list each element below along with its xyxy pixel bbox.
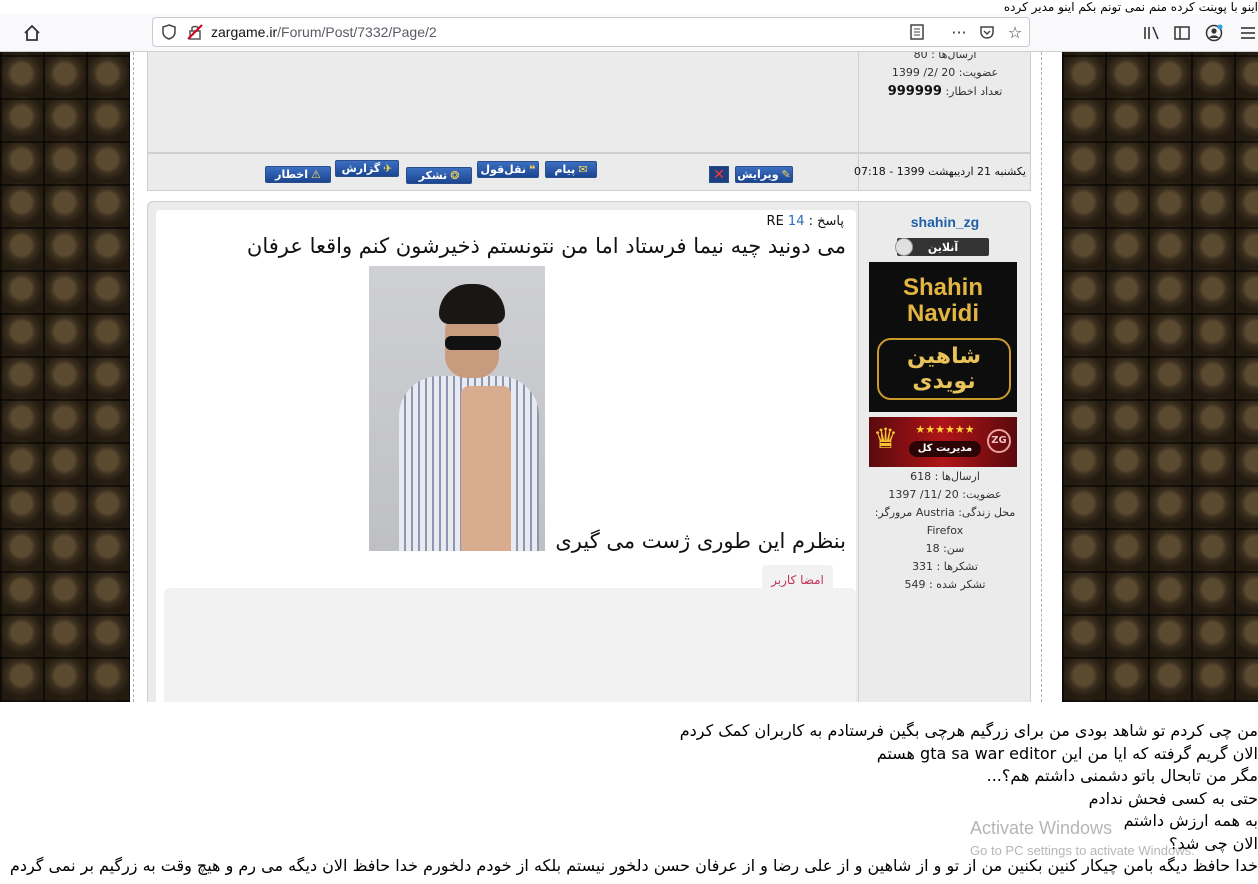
- message-line: الان گریم گرفته که ایا من این gta sa war…: [876, 743, 1258, 763]
- quote-icon: ❝: [529, 163, 536, 176]
- avatar-text-line1: Shahin: [902, 274, 983, 301]
- rank-title: مدیریت کل: [909, 441, 981, 457]
- rocket-icon: ✈: [383, 162, 393, 175]
- user-posts: ارسال‌ها : 618: [910, 470, 980, 483]
- message-line: مگر من تابحال باتو دشمنی داشتم هم؟...: [986, 766, 1258, 785]
- photo-glasses: [445, 336, 501, 350]
- previous-post-footer: ارسال‌ها : 80 عضویت: 20 /2/ 1399 تعداد ا…: [147, 52, 1031, 153]
- post-text-line2: بنظرم این طوری ژست می گیری: [555, 529, 846, 553]
- bookmark-star-icon[interactable]: ☆: [1003, 20, 1027, 44]
- photo-hair: [439, 284, 505, 324]
- post-header-bar: یکشنبه 21 اردیبهشت 1399 - 07:18 ✎ ویرایش …: [147, 153, 1031, 191]
- windows-activation-watermark: Activate Windows Go to PC settings to ac…: [970, 818, 1258, 858]
- username-link[interactable]: shahin_zg: [859, 214, 1031, 230]
- url-path: /Forum/Post/7332/Page/2: [277, 24, 437, 40]
- report-button[interactable]: ✈ گزارش: [335, 160, 399, 177]
- report-label: گزارش: [341, 162, 381, 175]
- shield-icon[interactable]: [157, 20, 181, 44]
- rank-logo: ZG: [987, 429, 1011, 453]
- warn-label: اخطار: [275, 168, 309, 181]
- edit-label: ویرایش: [737, 168, 779, 181]
- library-icon[interactable]: [1140, 21, 1164, 45]
- background-right: [1062, 52, 1258, 702]
- thanks-label: تشکر: [418, 169, 448, 182]
- quote-button[interactable]: ❝ نقل‌قول: [477, 161, 539, 178]
- avatar-text-line2: Navidi: [906, 300, 980, 327]
- signature-box: [164, 588, 856, 702]
- previous-user-warnings: تعداد اخطار: 999999: [859, 84, 1031, 99]
- post-content: پاسخ : 14 RE می دونید چیه نیما فرستاد ام…: [156, 210, 856, 702]
- home-icon[interactable]: [20, 21, 44, 45]
- previous-user-info: ارسال‌ها : 80 عضویت: 20 /2/ 1399 تعداد ا…: [858, 52, 1030, 152]
- post-date-cell: یکشنبه 21 اردیبهشت 1399 - 07:18: [854, 154, 1030, 190]
- message-button[interactable]: ✉ پیام: [545, 161, 597, 178]
- message-line: حتی به کسی فحش ندادم: [1088, 788, 1258, 808]
- reply-number: 14: [787, 214, 805, 229]
- reply-title: پاسخ : 14 RE: [767, 214, 844, 229]
- user-thanks-received: تشکر شده : 549: [904, 578, 986, 591]
- user-age: سن: 18: [925, 542, 965, 555]
- pencil-icon: ✎: [781, 168, 791, 181]
- status-dot-icon: [895, 238, 913, 256]
- previous-user-joined: عضویت: 20 /2/ 1399: [891, 66, 999, 79]
- previous-user-posts: ارسال‌ها : 80: [913, 52, 977, 61]
- forum-container: ارسال‌ها : 80 عضویت: 20 /2/ 1399 تعداد ا…: [130, 52, 1062, 702]
- user-thanks-given: تشکرها : 331: [912, 560, 978, 573]
- user-browser: Firefox: [926, 524, 964, 537]
- warning-icon: ⚠: [311, 168, 321, 181]
- background-left: [0, 52, 130, 702]
- online-status-label: آنلاین: [927, 240, 959, 254]
- reply-label: پاسخ :: [808, 214, 844, 229]
- badge-icon: ❂: [450, 169, 460, 182]
- warn-button[interactable]: ⚠ اخطار: [265, 166, 331, 183]
- message-line: خدا حافظ دیگه بامن چیکار کنین بکنین من ا…: [9, 856, 1258, 875]
- quote-label: نقل‌قول: [480, 163, 527, 176]
- browser-toolbar: zargame.ir/Forum/Post/7332/Page/2 ··· ☆: [0, 14, 1258, 52]
- watermark-subtitle: Go to PC settings to activate Windows.: [970, 843, 1195, 858]
- post-date: یکشنبه 21 اردیبهشت 1399 - 07:18: [854, 165, 1026, 178]
- sidebar-icon[interactable]: [1170, 21, 1194, 45]
- user-location-browser: محل زندگی: Austria مرورگر:: [874, 506, 1016, 519]
- account-icon[interactable]: [1202, 21, 1226, 45]
- post-text-line1: می دونید چیه نیما فرستاد اما من نتونستم …: [246, 234, 846, 258]
- web-page: ارسال‌ها : 80 عضویت: 20 /2/ 1399 تعداد ا…: [0, 52, 1258, 702]
- thanks-button[interactable]: ❂ تشکر: [406, 167, 472, 184]
- crown-icon: ♛: [873, 422, 899, 455]
- warnings-value: 999999: [887, 84, 942, 99]
- reader-view-icon[interactable]: [905, 20, 929, 44]
- more-icon[interactable]: ···: [947, 20, 971, 44]
- note-icon: ✉: [578, 163, 588, 176]
- top-caption-text: اینو با پوینت کرده منم نمی تونم بکم اینو…: [0, 0, 1258, 14]
- user-joined: عضویت: 20 /11/ 1397: [888, 488, 1002, 501]
- pocket-icon[interactable]: [975, 20, 999, 44]
- rank-stars: ★★★★★★: [915, 423, 975, 436]
- edit-button[interactable]: ✎ ویرایش: [735, 166, 793, 183]
- post-photo: [369, 266, 545, 551]
- url-domain: zargame.ir: [211, 24, 278, 40]
- photo-body: [461, 386, 511, 551]
- insecure-lock-icon[interactable]: [183, 20, 207, 44]
- avatar: Shahin Navidi شاهین نویدی: [869, 262, 1017, 412]
- delete-button[interactable]: ✕: [709, 166, 729, 183]
- menu-icon[interactable]: [1236, 21, 1258, 45]
- message-line: من چی کردم تو شاهد بودی من برای زرگیم هر…: [679, 721, 1258, 740]
- rank-badge: ♛ ★★★★★★ مدیریت کل ZG: [869, 417, 1017, 467]
- watermark-title: Activate Windows: [970, 818, 1113, 838]
- warnings-label: تعداد اخطار:: [945, 85, 1003, 98]
- message-label: پیام: [554, 163, 576, 176]
- close-icon: ✕: [713, 166, 725, 183]
- user-info-column: shahin_zg آنلاین Shahin Navidi شاهین نوی…: [858, 202, 1030, 702]
- forum-frame: ارسال‌ها : 80 عضویت: 20 /2/ 1399 تعداد ا…: [133, 52, 1042, 702]
- signature-tab[interactable]: امضا کاربر: [762, 565, 833, 595]
- online-status-badge: آنلاین: [895, 238, 989, 256]
- post-row: shahin_zg آنلاین Shahin Navidi شاهین نوی…: [147, 201, 1031, 702]
- url-text[interactable]: zargame.ir/Forum/Post/7332/Page/2: [211, 24, 437, 40]
- avatar-persian-text: شاهین نویدی: [877, 338, 1011, 400]
- url-bar[interactable]: zargame.ir/Forum/Post/7332/Page/2 ··· ☆: [152, 17, 1030, 47]
- reply-prefix: RE: [766, 214, 784, 229]
